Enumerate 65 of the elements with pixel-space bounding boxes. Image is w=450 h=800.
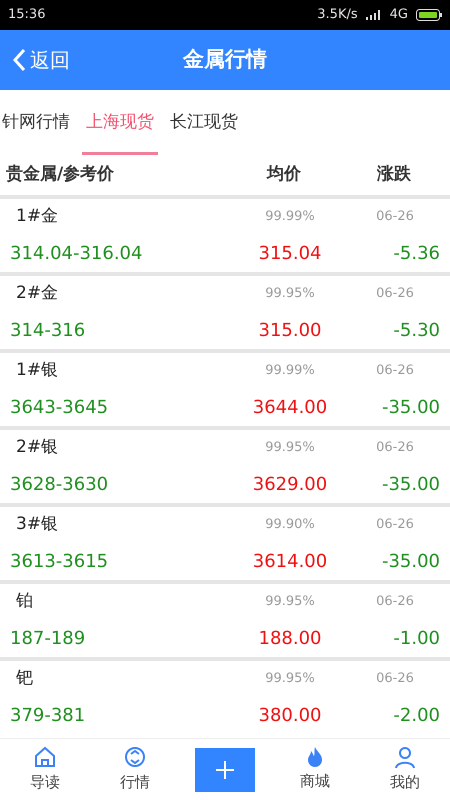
purity-cell-text: 99.95% [264,285,316,304]
price-range: 314.04-316.04 [10,242,144,266]
average-price: 380.00 [258,704,322,728]
metal-name: 钯 [15,667,34,690]
network-type: 4G [390,6,408,24]
chevron-left-icon [12,48,26,72]
price-change: -5.30 [392,318,440,343]
date-cell-text: 06-26 [375,439,415,458]
price-range: 3643-3645 [10,396,110,420]
price-change: -35.00 [380,396,440,420]
page-title: 金属行情 [183,46,267,74]
home-icon [33,745,57,770]
nav-item[interactable]: 导读 [0,745,90,794]
signal-icon [366,10,382,20]
price-change: -5.36 [392,242,440,266]
purity-cell-text: 99.99% [264,362,316,380]
metal-name: 3#银 [15,513,60,536]
back-button[interactable]: 返回 [0,45,70,75]
average-price: 3629.00 [252,472,328,497]
nav-item[interactable]: 行情 [90,745,180,794]
purity-cell-text: 99.95% [264,439,316,458]
purity-cell-text: 99.90% [264,516,316,534]
network-speed: 3.5K/s [317,6,358,24]
price-change: -35.00 [380,472,440,497]
price-range: 3628-3630 [10,472,110,497]
date-cell-text: 06-26 [375,670,415,688]
purity-cell-text: 99.95% [264,593,316,612]
status-time: 15:36 [8,6,46,24]
price-range: 314-316 [10,318,86,343]
metal-name: 2#银 [15,436,60,460]
column-header: 均价 [265,163,302,186]
user-icon [393,745,417,770]
metal-name: 1#金 [15,205,60,228]
average-price: 315.04 [258,242,322,266]
average-price: 188.00 [258,626,322,651]
price-range: 3613-3615 [10,550,110,574]
purity-cell-text: 99.99% [264,208,316,226]
date-cell-text: 06-26 [375,208,415,226]
price-change: -35.00 [380,550,440,574]
date-cell-text: 06-26 [375,285,415,304]
add-button[interactable] [195,748,255,792]
column-header: 贵金属/参考价 [6,163,116,186]
price-change: -1.00 [392,626,440,651]
tab[interactable]: 针网行情 [2,90,70,155]
tab[interactable]: 长江现货 [170,90,238,155]
metal-name: 2#金 [15,282,60,306]
battery-icon [416,9,442,21]
date-cell-text: 06-26 [375,593,415,612]
price-range: 379-381 [10,704,86,728]
date-cell-text: 06-26 [375,516,415,534]
average-price: 315.00 [258,318,322,343]
nav-item[interactable]: 商城 [270,746,360,793]
nav-item[interactable]: 我的 [360,745,450,794]
date-cell-text: 06-26 [375,362,415,380]
average-price: 3614.00 [252,550,328,574]
aperture-icon [123,745,147,770]
price-change: -2.00 [392,704,440,728]
price-range: 187-189 [10,626,86,651]
average-price: 3644.00 [252,396,328,420]
purity-cell-text: 99.95% [264,670,316,688]
metal-name: 1#银 [15,359,60,382]
column-header: 涨跌 [376,163,412,186]
flame-icon [305,746,325,768]
metal-name: 铂 [15,590,34,614]
plus-icon [215,760,235,780]
